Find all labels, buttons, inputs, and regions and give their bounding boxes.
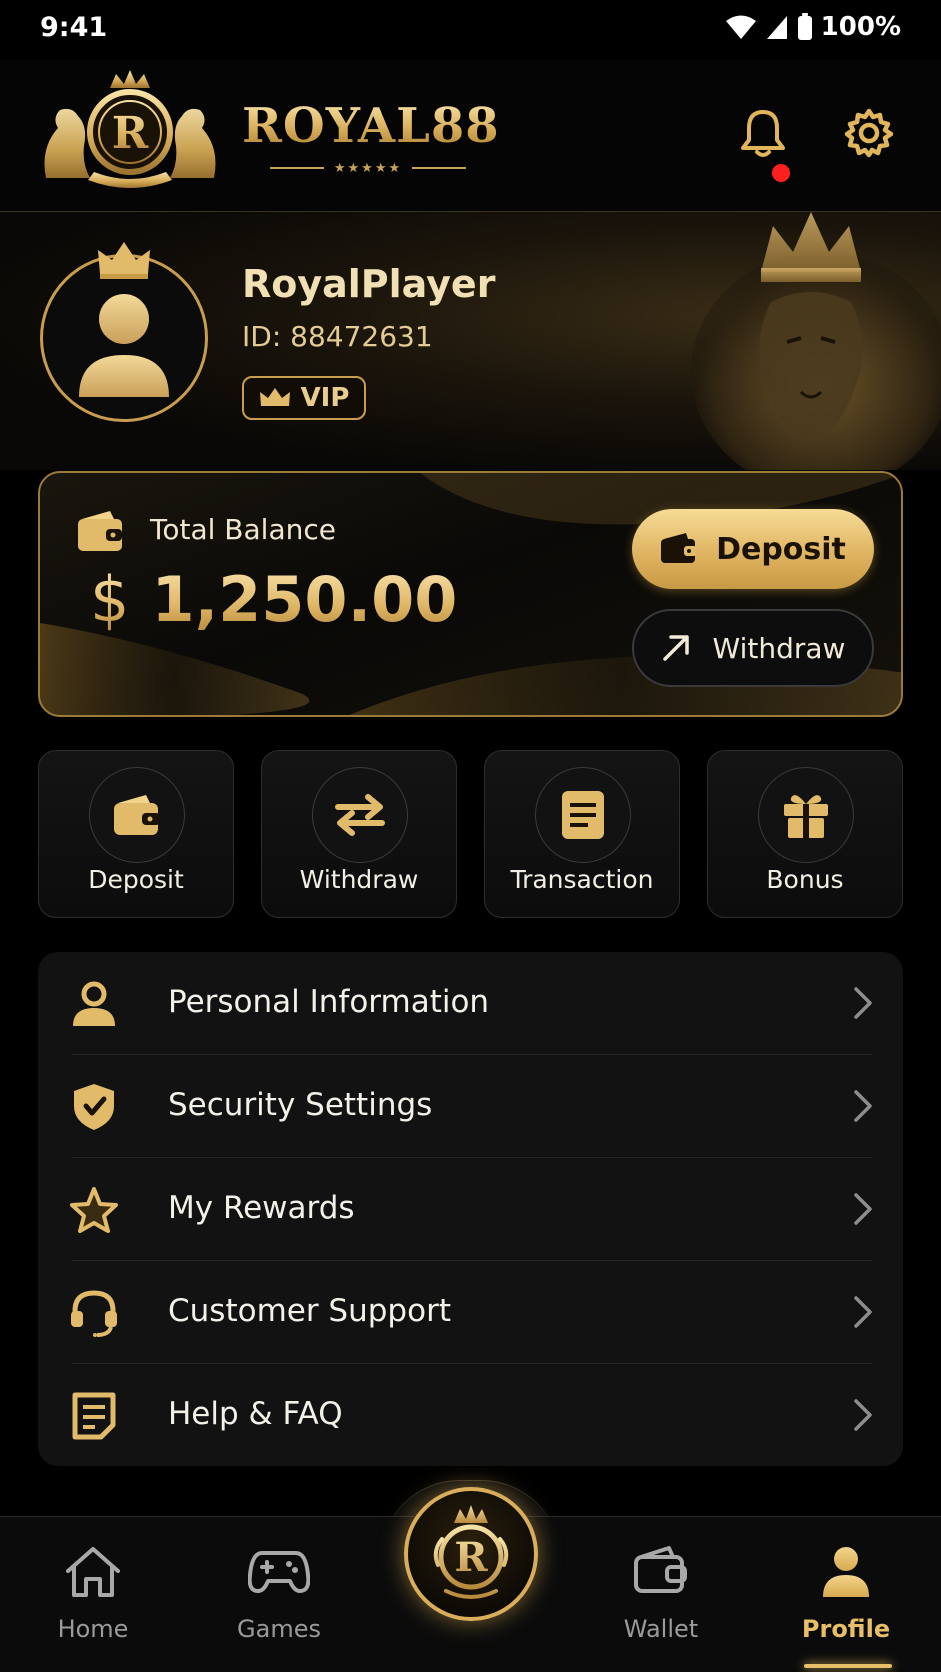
gift-icon — [784, 795, 828, 838]
gamepad-icon — [248, 1551, 310, 1593]
user-silhouette-icon — [79, 294, 169, 397]
swap-arrows-icon — [335, 794, 385, 836]
nav-label: Home — [57, 1615, 129, 1643]
username: RoyalPlayer — [242, 262, 496, 306]
chevron-right-icon — [854, 987, 872, 1019]
shield-icon — [74, 1084, 114, 1130]
chevron-right-icon — [854, 1090, 872, 1122]
home-icon — [66, 1547, 120, 1597]
document-list-icon — [562, 791, 604, 839]
app-header: R ROYAL88 ★★★★★ — [0, 60, 941, 212]
chevron-right-icon — [854, 1399, 872, 1431]
quick-action-transaction[interactable]: Transaction — [484, 750, 680, 918]
profile-banner: RoyalPlayer ID: 88472631 VIP — [0, 212, 941, 470]
wallet-icon — [661, 533, 698, 563]
bell-icon — [741, 110, 785, 157]
wallet-icon — [634, 1546, 687, 1593]
nav-wallet[interactable]: Wallet — [581, 1537, 741, 1657]
balance-amount: $1,250.00 — [90, 563, 457, 636]
chevron-right-icon — [854, 1193, 872, 1225]
balance-card: Total Balance $1,250.00 Deposit Withdraw — [38, 471, 903, 717]
vip-badge: VIP — [242, 376, 366, 420]
brand-name: ROYAL88 — [242, 98, 500, 154]
settings-menu: Personal Information Security Settings M… — [38, 952, 903, 1466]
faq-document-icon — [72, 1392, 116, 1440]
center-letter: R — [454, 1534, 488, 1581]
nav-profile[interactable]: Profile — [766, 1537, 926, 1657]
nav-games[interactable]: Games — [199, 1537, 359, 1657]
nav-home[interactable]: Home — [13, 1537, 173, 1657]
crown-icon — [259, 388, 290, 406]
menu-item-personal-information[interactable]: Personal Information — [38, 952, 903, 1055]
user-icon — [823, 1547, 869, 1597]
nav-label: Games — [237, 1615, 321, 1643]
withdraw-button[interactable]: Withdraw — [632, 609, 874, 687]
balance-label: Total Balance — [150, 513, 336, 546]
user-id: ID: 88472631 — [242, 320, 433, 353]
status-bar: 9:41 100% — [0, 0, 941, 60]
nav-label: Wallet — [623, 1615, 699, 1643]
menu-item-my-rewards[interactable]: My Rewards — [38, 1158, 903, 1261]
quick-action-withdraw[interactable]: Withdraw — [261, 750, 457, 918]
wallet-icon — [114, 795, 160, 835]
wallet-icon — [78, 511, 122, 551]
settings-button[interactable] — [836, 100, 902, 166]
star-icon — [70, 1187, 118, 1233]
brand-stars: ★★★★★ — [270, 158, 466, 178]
deposit-button-label: Deposit — [716, 531, 846, 567]
menu-item-label: Security Settings — [168, 1087, 433, 1123]
balance-value: 1,250.00 — [151, 563, 458, 636]
signal-icon — [766, 16, 787, 39]
gear-icon — [844, 108, 894, 158]
currency-symbol: $ — [90, 563, 130, 636]
headset-icon — [71, 1290, 117, 1337]
status-icons: 100% — [725, 12, 901, 42]
battery-percent: 100% — [820, 12, 901, 42]
chevron-right-icon — [854, 1296, 872, 1328]
logo-letter: R — [112, 108, 149, 159]
royal-crest-icon: R — [433, 1505, 509, 1599]
battery-icon — [797, 13, 812, 40]
quick-action-deposit[interactable]: Deposit — [38, 750, 234, 918]
nav-center-royal-button[interactable]: R — [404, 1487, 538, 1621]
lion-crown-illustration-icon — [691, 212, 941, 470]
wifi-icon — [725, 15, 756, 39]
menu-item-customer-support[interactable]: Customer Support — [38, 1261, 903, 1364]
quick-action-label: Deposit — [88, 865, 184, 894]
menu-item-security-settings[interactable]: Security Settings — [38, 1055, 903, 1158]
status-time: 9:41 — [40, 12, 108, 43]
quick-action-label: Bonus — [766, 865, 844, 894]
menu-item-label: Personal Information — [168, 984, 490, 1020]
menu-item-help-faq[interactable]: Help & FAQ — [38, 1364, 903, 1467]
quick-action-label: Withdraw — [299, 865, 419, 894]
notifications-button[interactable] — [730, 100, 796, 166]
vip-label: VIP — [300, 383, 350, 413]
withdraw-button-label: Withdraw — [712, 631, 846, 665]
menu-item-label: Customer Support — [168, 1293, 451, 1329]
arrow-up-right-icon — [662, 635, 689, 661]
quick-action-bonus[interactable]: Bonus — [707, 750, 903, 918]
deposit-button[interactable]: Deposit — [632, 509, 874, 589]
user-icon — [73, 981, 115, 1026]
nav-label: Profile — [801, 1615, 891, 1643]
menu-item-label: My Rewards — [168, 1190, 355, 1226]
quick-action-label: Transaction — [510, 865, 654, 894]
nav-active-indicator — [804, 1664, 892, 1668]
royal-crest-logo-icon: R — [44, 70, 216, 188]
menu-item-label: Help & FAQ — [168, 1396, 343, 1432]
crown-icon — [98, 242, 150, 279]
notification-dot — [772, 164, 790, 182]
